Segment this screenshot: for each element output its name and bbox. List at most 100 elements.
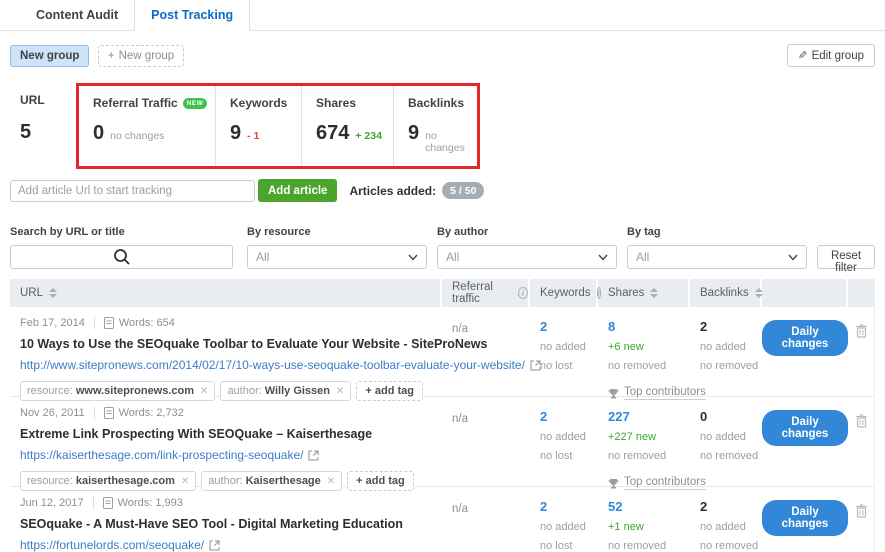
article-url-link[interactable]: https://kaiserthesage.com/link-prospecti… [20,448,303,462]
article-url-link[interactable]: https://fortunelords.com/seoquake/ [20,538,204,552]
trash-icon[interactable] [855,414,868,432]
plus-icon: + [107,49,115,62]
article-info-cell: Feb 17, 2014 Words: 654 10 Ways to Use t… [10,307,541,404]
resource-select[interactable]: All [247,245,427,269]
trash-icon[interactable] [855,324,868,342]
external-link-icon[interactable] [209,540,220,551]
backlinks-cell: 2 no added no removed [690,487,762,552]
column-header-shares[interactable]: Shares [598,279,690,307]
document-icon [103,407,114,419]
chevron-down-icon [408,254,418,261]
tag-select[interactable]: All [627,245,807,269]
keywords-cell: 2 no added no lost [530,487,598,552]
backlinks-change: no changes [425,130,465,154]
articles-count-badge: 5 / 50 [442,182,485,199]
backlinks-count: 2 [700,499,708,514]
author-select[interactable]: All [437,245,617,269]
referral-traffic-cell: n/a [452,503,468,515]
tab-bar: Content Audit Post Tracking [0,0,885,31]
remove-tag-icon[interactable]: ✕ [181,476,189,487]
shares-change: + 234 [355,130,382,142]
remove-tag-icon[interactable]: ✕ [200,386,208,397]
document-icon [103,317,114,329]
add-article-button[interactable]: Add article [258,179,338,202]
add-article-bar: Add article Articles added: 5 / 50 [0,169,885,202]
column-header-url[interactable]: URL [10,279,442,307]
article-title: Extreme Link Prospecting With SEOQuake –… [20,427,373,441]
column-header-delete [848,279,875,307]
backlinks-count: 2 [700,319,708,334]
keywords-change: - 1 [247,130,260,142]
new-badge: NEW [182,98,208,109]
remove-tag-icon[interactable]: ✕ [336,386,344,397]
delete-cell [848,487,875,552]
referral-traffic-stat: Referral Traffic NEW 0 no changes [79,86,215,166]
referral-traffic-cell: n/a [452,323,468,335]
add-article-input[interactable] [10,179,255,202]
table-row: Nov 26, 2011 Words: 2,732 Extreme Link P… [10,397,874,491]
keywords-count-link[interactable]: 2 [540,409,598,424]
url-stat: URL 5 [10,83,66,169]
tab-content-audit[interactable]: Content Audit [20,0,134,30]
keywords-cell: 2 no added no lost [530,307,598,404]
referral-traffic-cell: n/a [452,413,468,425]
daily-changes-button[interactable]: Daily changes [762,500,848,536]
summary-stats: URL 5 Referral Traffic NEW 0 no changes Ke… [0,83,885,169]
pencil-icon: ✎ [798,50,808,62]
actions-cell: Daily changes [762,397,848,494]
delete-cell [848,307,875,404]
shares-count-link[interactable]: 52 [608,499,690,514]
shares-value: 674 [316,122,350,144]
daily-changes-button[interactable]: Daily changes [762,410,848,446]
info-icon[interactable]: i [517,287,528,299]
group-toolbar: New group + New group ✎ Edit group [0,31,885,67]
trash-icon[interactable] [855,504,868,522]
column-header-backlinks[interactable]: Backlinks [690,279,763,307]
highlighted-metrics-box: Referral Traffic NEW 0 no changes Keywords… [76,83,480,169]
word-count: Words: 1,993 [117,497,183,509]
actions-cell: Daily changes [762,487,848,552]
url-stat-label: URL [20,93,45,107]
external-link-icon[interactable] [308,450,319,461]
filter-bar: Search by URL or title By resource All B… [0,202,885,274]
referral-traffic-value: 0 [93,122,105,144]
keywords-count-link[interactable]: 2 [540,499,598,514]
table-row: Feb 17, 2014 Words: 654 10 Ways to Use t… [10,307,874,401]
tag-filter-label: By tag [627,226,661,238]
delete-cell [848,397,875,494]
shares-count-link[interactable]: 227 [608,409,690,424]
article-date: Feb 17, 2014 [20,317,85,329]
sort-icon [49,288,58,298]
shares-count-link[interactable]: 8 [608,319,690,334]
divider [93,407,95,419]
tab-post-tracking[interactable]: Post Tracking [134,0,251,31]
resource-filter: By resource All [247,226,437,269]
backlinks-stat: Backlinks 9 no changes [393,86,477,166]
edit-group-button[interactable]: ✎ Edit group [787,44,875,67]
referral-traffic-change: no changes [110,130,165,142]
articles-table: URL Referral traffic i Keywords i Shares B… [10,279,875,552]
column-header-keywords: Keywords i [530,279,601,307]
remove-tag-icon[interactable]: ✕ [327,476,335,487]
group-tab-new-group[interactable]: New group [10,44,90,67]
search-input[interactable] [10,245,233,269]
document-icon [102,497,113,509]
backlinks-cell: 0 no added no removed [690,397,762,494]
keywords-count-link[interactable]: 2 [540,319,598,334]
word-count: Words: 654 [118,317,175,329]
add-group-button[interactable]: + New group [97,44,185,67]
search-filter-label: Search by URL or title [10,226,125,238]
column-header-actions [762,279,848,307]
shares-cell: 227 +227 new no removed Top contributors [608,409,706,490]
backlinks-value: 9 [408,122,420,144]
backlinks-cell: 2 no added no removed [690,307,762,404]
table-header: URL Referral traffic i Keywords i Shares B… [10,279,874,307]
tag-filter: By tag All [627,226,817,269]
url-stat-value: 5 [20,121,32,143]
reset-filter-button[interactable]: Reset filter [817,245,875,274]
article-info-cell: Jun 12, 2017 Words: 1,993 SEOquake - A M… [10,487,442,552]
chevron-down-icon [598,254,608,261]
article-date: Jun 12, 2017 [20,497,84,509]
daily-changes-button[interactable]: Daily changes [762,320,848,356]
article-info-cell: Nov 26, 2011 Words: 2,732 Extreme Link P… [10,397,442,494]
